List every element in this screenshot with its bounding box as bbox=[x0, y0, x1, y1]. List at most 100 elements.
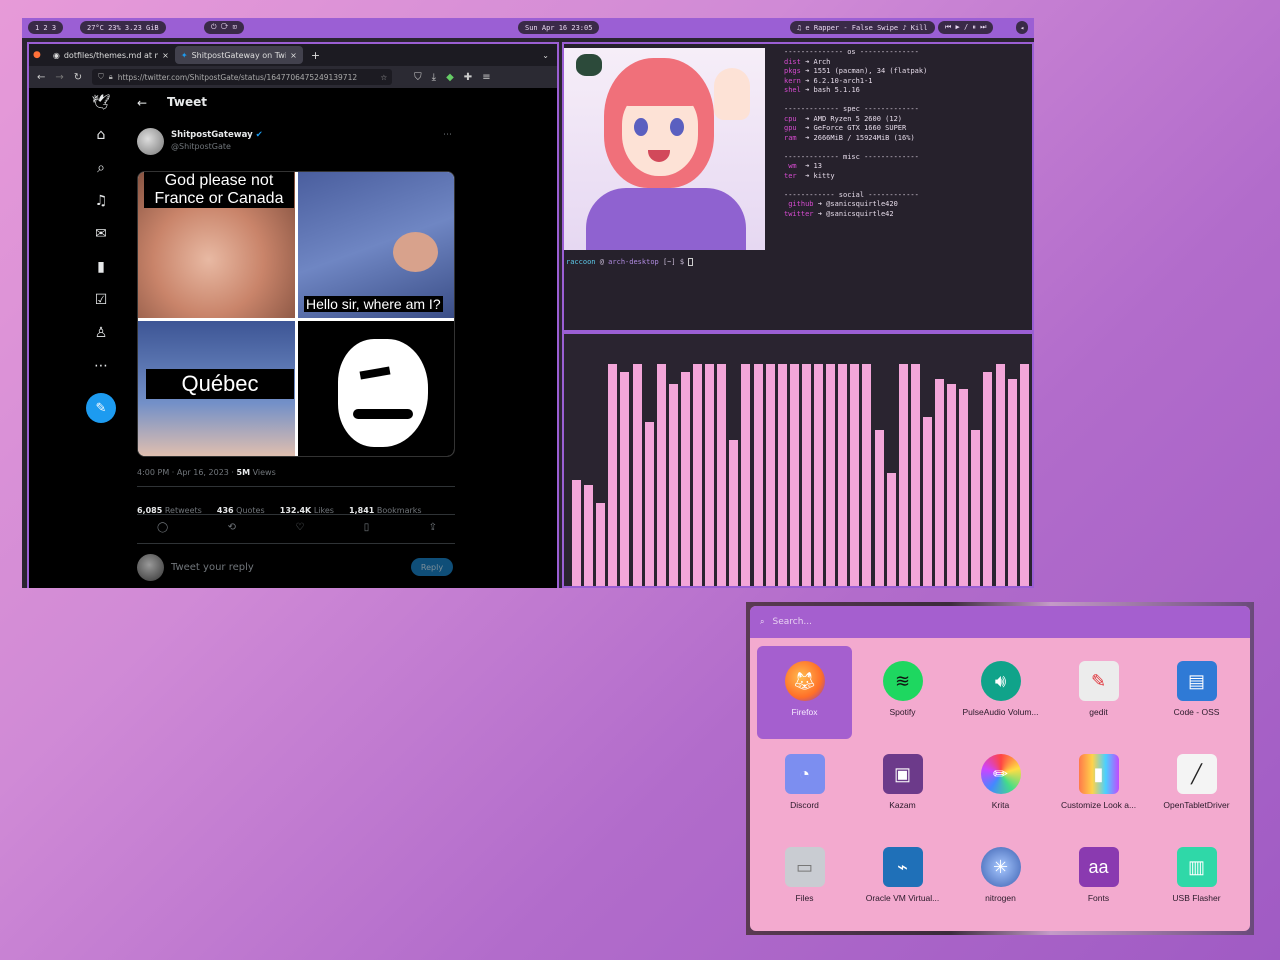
back-icon[interactable]: ← bbox=[37, 72, 45, 83]
visualizer-bar bbox=[947, 384, 957, 586]
tweet-options-icon[interactable]: ⋯ bbox=[443, 130, 452, 140]
new-tab-button[interactable]: + bbox=[311, 49, 320, 62]
launcher-app-label: PulseAudio Volum... bbox=[962, 707, 1039, 717]
visualizer-bar bbox=[741, 364, 751, 586]
tray-arrow-icon[interactable]: ◂ bbox=[1016, 21, 1029, 34]
tweet-actions: ◯ ⟲ ♡ ▯ ⇪ bbox=[157, 522, 437, 533]
search-icon[interactable]: ⌕ bbox=[97, 158, 105, 177]
visualizer-bar bbox=[935, 379, 944, 586]
profile-icon[interactable]: ♙ bbox=[95, 323, 108, 342]
like-icon[interactable]: ♡ bbox=[295, 522, 304, 533]
close-icon[interactable]: × bbox=[290, 51, 297, 60]
launcher-app-kazam[interactable]: ▣ Kazam bbox=[855, 739, 950, 832]
divider bbox=[137, 543, 455, 544]
launcher-app-label: Files bbox=[795, 893, 814, 903]
verified-icon[interactable]: ☑ bbox=[95, 290, 108, 309]
url-bar[interactable]: ⛉ 🔒︎ https://twitter.com/ShitpostGate/st… bbox=[92, 69, 393, 85]
extension-icon[interactable]: ◆ bbox=[446, 72, 454, 83]
bookmark-star-icon[interactable]: ☆ bbox=[380, 73, 387, 82]
power-controls[interactable]: ⏻ ⟳ ⊡ bbox=[204, 21, 244, 34]
avatar[interactable] bbox=[137, 128, 164, 155]
reply-button[interactable]: Reply bbox=[411, 558, 453, 576]
launcher-app-label: Code - OSS bbox=[1173, 707, 1220, 717]
visualizer-bar bbox=[1007, 379, 1017, 586]
tab-github[interactable]: ◉ dotfiles/themes.md at ma × bbox=[47, 46, 175, 64]
twitter-logo-icon[interactable]: 🕊︎ bbox=[91, 92, 110, 111]
visualizer-bar bbox=[898, 364, 908, 586]
launcher-app-label: Firefox bbox=[791, 707, 818, 717]
visualizer-bar bbox=[838, 364, 848, 586]
launcher-app-label: Customize Look a... bbox=[1060, 800, 1137, 810]
notifications-icon[interactable]: ♫ bbox=[95, 191, 108, 210]
firefox-icon: 🦊︎ bbox=[784, 661, 825, 701]
tab-list-icon[interactable]: ⌄ bbox=[542, 51, 549, 60]
bookmarks-icon[interactable]: ▮ bbox=[97, 257, 105, 276]
shell-prompt[interactable]: raccoon @ arch-desktop [~] $ bbox=[566, 258, 694, 266]
launcher-app-fonts[interactable]: aa Fonts bbox=[1051, 832, 1146, 925]
audio-visualizer bbox=[562, 332, 1034, 588]
more-icon[interactable]: ⋯ bbox=[94, 356, 108, 375]
launcher-app-firefox[interactable]: 🦊︎ Firefox bbox=[757, 646, 852, 739]
downloads-icon[interactable]: ⤓ bbox=[432, 72, 436, 83]
meme-panel-trollface bbox=[298, 321, 454, 456]
tab-strip: ● ◉ dotfiles/themes.md at ma × ✦ Shitpos… bbox=[29, 44, 557, 66]
launcher-app-label: gedit bbox=[1089, 707, 1108, 717]
launcher-app-label: USB Flasher bbox=[1172, 893, 1221, 903]
compose-tweet-button[interactable]: ✎ bbox=[86, 393, 116, 423]
tab-twitter[interactable]: ✦ ShitpostGateway on Twitte × bbox=[174, 46, 303, 64]
firefox-window: ● ◉ dotfiles/themes.md at ma × ✦ Shitpos… bbox=[27, 42, 559, 588]
launcher-app-spotify[interactable]: ≋ Spotify bbox=[855, 646, 950, 739]
forward-icon[interactable]: → bbox=[55, 72, 63, 83]
volume-icon: 🔊︎ bbox=[980, 661, 1021, 701]
back-arrow-icon[interactable]: ← bbox=[137, 96, 147, 110]
tweet-time[interactable]: 4:00 PM · Apr 16, 2023 · bbox=[137, 468, 234, 477]
media-controls[interactable]: ⏮ ▶ / ⏸ ⏭ bbox=[938, 21, 994, 34]
views-count: 5M bbox=[236, 468, 251, 477]
extensions-icon[interactable]: ✚ bbox=[464, 72, 472, 83]
reply-icon[interactable]: ◯ bbox=[157, 522, 168, 533]
my-avatar bbox=[137, 554, 164, 581]
launcher-app-opentabletdriver[interactable]: ╱ OpenTabletDriver bbox=[1149, 739, 1244, 832]
launcher-app-files[interactable]: ▭ Files bbox=[757, 832, 852, 925]
author-name[interactable]: ShitpostGateway bbox=[171, 130, 253, 140]
visualizer-bar bbox=[753, 364, 763, 586]
author-handle[interactable]: @ShitpostGate bbox=[171, 142, 231, 151]
shield-icon: ⛉ bbox=[98, 72, 104, 81]
meme-caption-reply: Hello sir, where am I? bbox=[304, 296, 443, 312]
anime-girl-image bbox=[564, 48, 765, 250]
home-icon[interactable]: ⌂ bbox=[97, 125, 106, 144]
launcher-app-nitrogen[interactable]: ✳ nitrogen bbox=[953, 832, 1048, 925]
launcher-app-oracle-vm-virtual[interactable]: ⌁ Oracle VM Virtual... bbox=[855, 832, 950, 925]
close-icon[interactable]: × bbox=[162, 51, 169, 60]
terminal-window[interactable]: -------------- os -------------- dist ➜ … bbox=[562, 42, 1034, 332]
reply-input[interactable]: Tweet your reply bbox=[171, 562, 254, 573]
code-oss-icon: ▤ bbox=[1176, 661, 1217, 701]
launcher-search-bar: ⌕ bbox=[750, 606, 1250, 638]
launcher-app-usb-flasher[interactable]: ▥ USB Flasher bbox=[1149, 832, 1244, 925]
launcher-app-code-oss[interactable]: ▤ Code - OSS bbox=[1149, 646, 1244, 739]
tweet-image[interactable]: God please not France or Canada Hello si… bbox=[137, 171, 455, 457]
launcher-app-gedit[interactable]: ✎ gedit bbox=[1051, 646, 1146, 739]
lock-icon: 🔒︎ bbox=[108, 72, 113, 81]
firefox-menu-icon[interactable]: ● bbox=[33, 50, 41, 60]
kazam-icon: ▣ bbox=[882, 754, 923, 794]
reload-icon[interactable]: ↻ bbox=[74, 72, 82, 83]
menu-icon[interactable]: ≡ bbox=[482, 72, 490, 83]
opentabletdriver-icon: ╱ bbox=[1176, 754, 1217, 794]
share-icon[interactable]: ⇪ bbox=[429, 522, 437, 533]
launcher-app-krita[interactable]: ✏ Krita bbox=[953, 739, 1048, 832]
gedit-icon: ✎ bbox=[1078, 661, 1119, 701]
workspace-switcher[interactable]: 1 2 3 bbox=[28, 21, 64, 34]
system-info: 27°C 23% 3.23 GiB bbox=[80, 21, 166, 34]
fonts-icon: aa bbox=[1078, 847, 1119, 887]
launcher-search-input[interactable] bbox=[772, 617, 1073, 627]
pocket-icon[interactable]: ⛉ bbox=[414, 72, 422, 83]
bookmark-icon[interactable]: ▯ bbox=[364, 522, 370, 533]
launcher-app-discord[interactable]: ◔ Discord bbox=[757, 739, 852, 832]
launcher-app-pulseaudio-volum[interactable]: 🔊︎ PulseAudio Volum... bbox=[953, 646, 1048, 739]
now-playing: ♫ e Rapper - False Swipe ♪ Kill bbox=[790, 21, 935, 34]
messages-icon[interactable]: ✉ bbox=[95, 224, 107, 243]
retweet-icon[interactable]: ⟲ bbox=[228, 522, 236, 533]
launcher-app-customize-look-a[interactable]: ▮ Customize Look a... bbox=[1051, 739, 1146, 832]
search-icon: ⌕ bbox=[760, 617, 765, 626]
